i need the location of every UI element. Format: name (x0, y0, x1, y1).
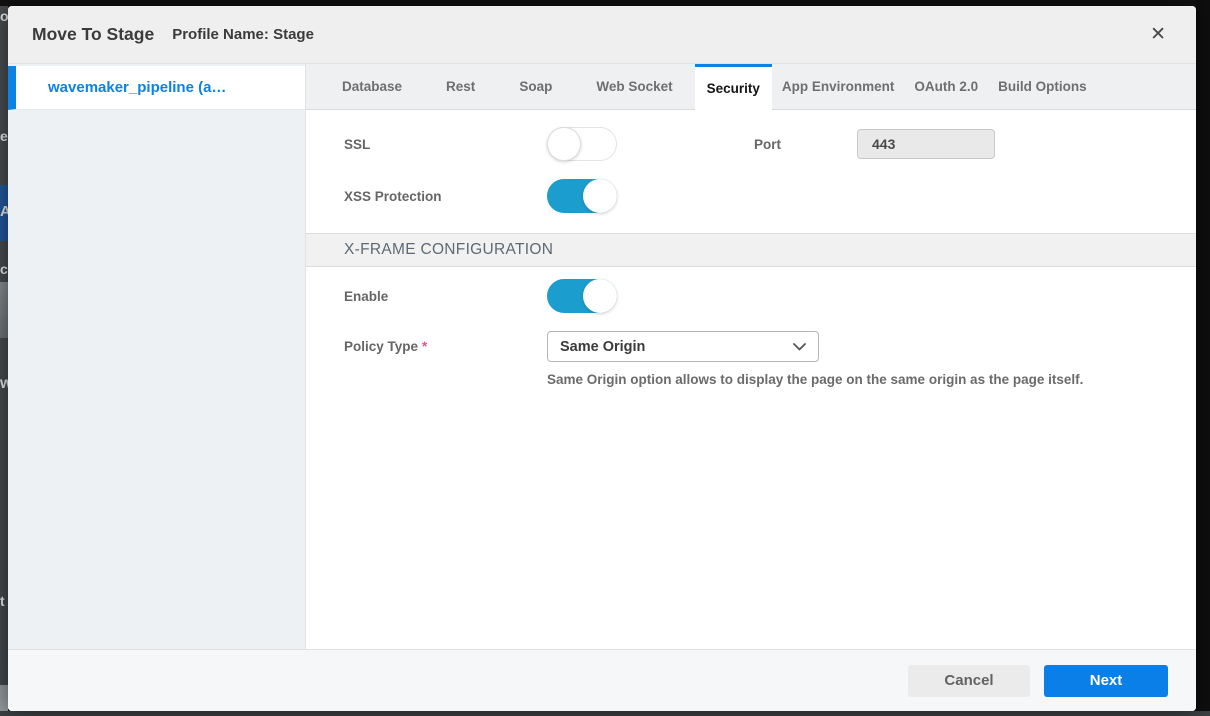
background-app-left-edge: o e A c w t (0, 6, 8, 711)
port-label: Port (754, 137, 857, 152)
toggle-knob (547, 127, 581, 161)
required-asterisk: * (422, 339, 427, 354)
xss-protection-label: XSS Protection (344, 189, 547, 204)
x-frame-configuration-section-header: X-FRAME CONFIGURATION (306, 233, 1196, 267)
ssl-row: SSL Port (344, 127, 1196, 161)
policy-type-selected-value: Same Origin (560, 339, 793, 355)
background-text-fragment: A (0, 204, 8, 219)
enable-row: Enable (344, 279, 1196, 313)
tab-web-socket[interactable]: Web Socket (574, 64, 694, 109)
project-sidebar: wavemaker_pipeline (a… (8, 64, 306, 649)
background-text-fragment: o (0, 9, 8, 23)
next-button[interactable]: Next (1044, 665, 1168, 697)
profile-name-label: Profile Name: Stage (172, 26, 314, 43)
dialog-title: Move To Stage (32, 24, 154, 45)
xss-protection-row: XSS Protection (344, 179, 1196, 213)
move-to-stage-dialog: Move To Stage Profile Name: Stage ✕ wave… (8, 6, 1196, 711)
background-text-fragment: t (0, 594, 5, 608)
background-app-right-edge (1196, 0, 1210, 716)
port-input[interactable] (857, 129, 995, 159)
background-text-fragment: w (0, 376, 8, 392)
policy-type-help-text: Same Origin option allows to display the… (547, 372, 1196, 387)
ssl-label: SSL (344, 137, 547, 152)
policy-type-select[interactable]: Same Origin (547, 331, 819, 362)
tab-oauth-2-0[interactable]: OAuth 2.0 (904, 64, 988, 109)
cancel-button[interactable]: Cancel (908, 665, 1030, 697)
policy-type-label-text: Policy Type (344, 339, 418, 354)
policy-type-label: Policy Type * (344, 339, 547, 354)
tab-rest[interactable]: Rest (424, 64, 497, 109)
port-group: Port (754, 129, 995, 159)
close-icon[interactable]: ✕ (1144, 21, 1172, 48)
dialog-body: wavemaker_pipeline (a… Database Rest Soa… (8, 64, 1196, 649)
ssl-toggle[interactable] (547, 127, 617, 161)
enable-label: Enable (344, 289, 547, 304)
sidebar-item-wavemaker-pipeline[interactable]: wavemaker_pipeline (a… (8, 66, 305, 110)
background-light-segment (0, 282, 8, 338)
dialog-header: Move To Stage Profile Name: Stage ✕ (8, 6, 1196, 64)
toggle-knob (583, 179, 617, 213)
dialog-footer: Cancel Next (8, 649, 1196, 711)
tab-soap[interactable]: Soap (497, 64, 574, 109)
xss-protection-toggle[interactable] (547, 179, 617, 213)
tab-build-options[interactable]: Build Options (988, 64, 1097, 109)
background-text-fragment: c (0, 262, 8, 276)
background-light-segment-bottom (0, 685, 8, 711)
background-app-bottom-edge (0, 711, 1210, 716)
security-tab-content: SSL Port XSS Protection X-FRAME CONF (306, 110, 1196, 649)
tab-database[interactable]: Database (320, 64, 424, 109)
dialog-main-panel: Database Rest Soap Web Socket Security A… (306, 64, 1196, 649)
tab-security[interactable]: Security (695, 64, 772, 110)
policy-type-row: Policy Type * Same Origin (344, 331, 1196, 362)
background-text-fragment: e (0, 129, 8, 143)
enable-toggle[interactable] (547, 279, 617, 313)
chevron-down-icon (793, 343, 806, 351)
tab-app-environment[interactable]: App Environment (772, 64, 905, 109)
settings-tab-bar: Database Rest Soap Web Socket Security A… (306, 64, 1196, 110)
toggle-knob (583, 279, 617, 313)
